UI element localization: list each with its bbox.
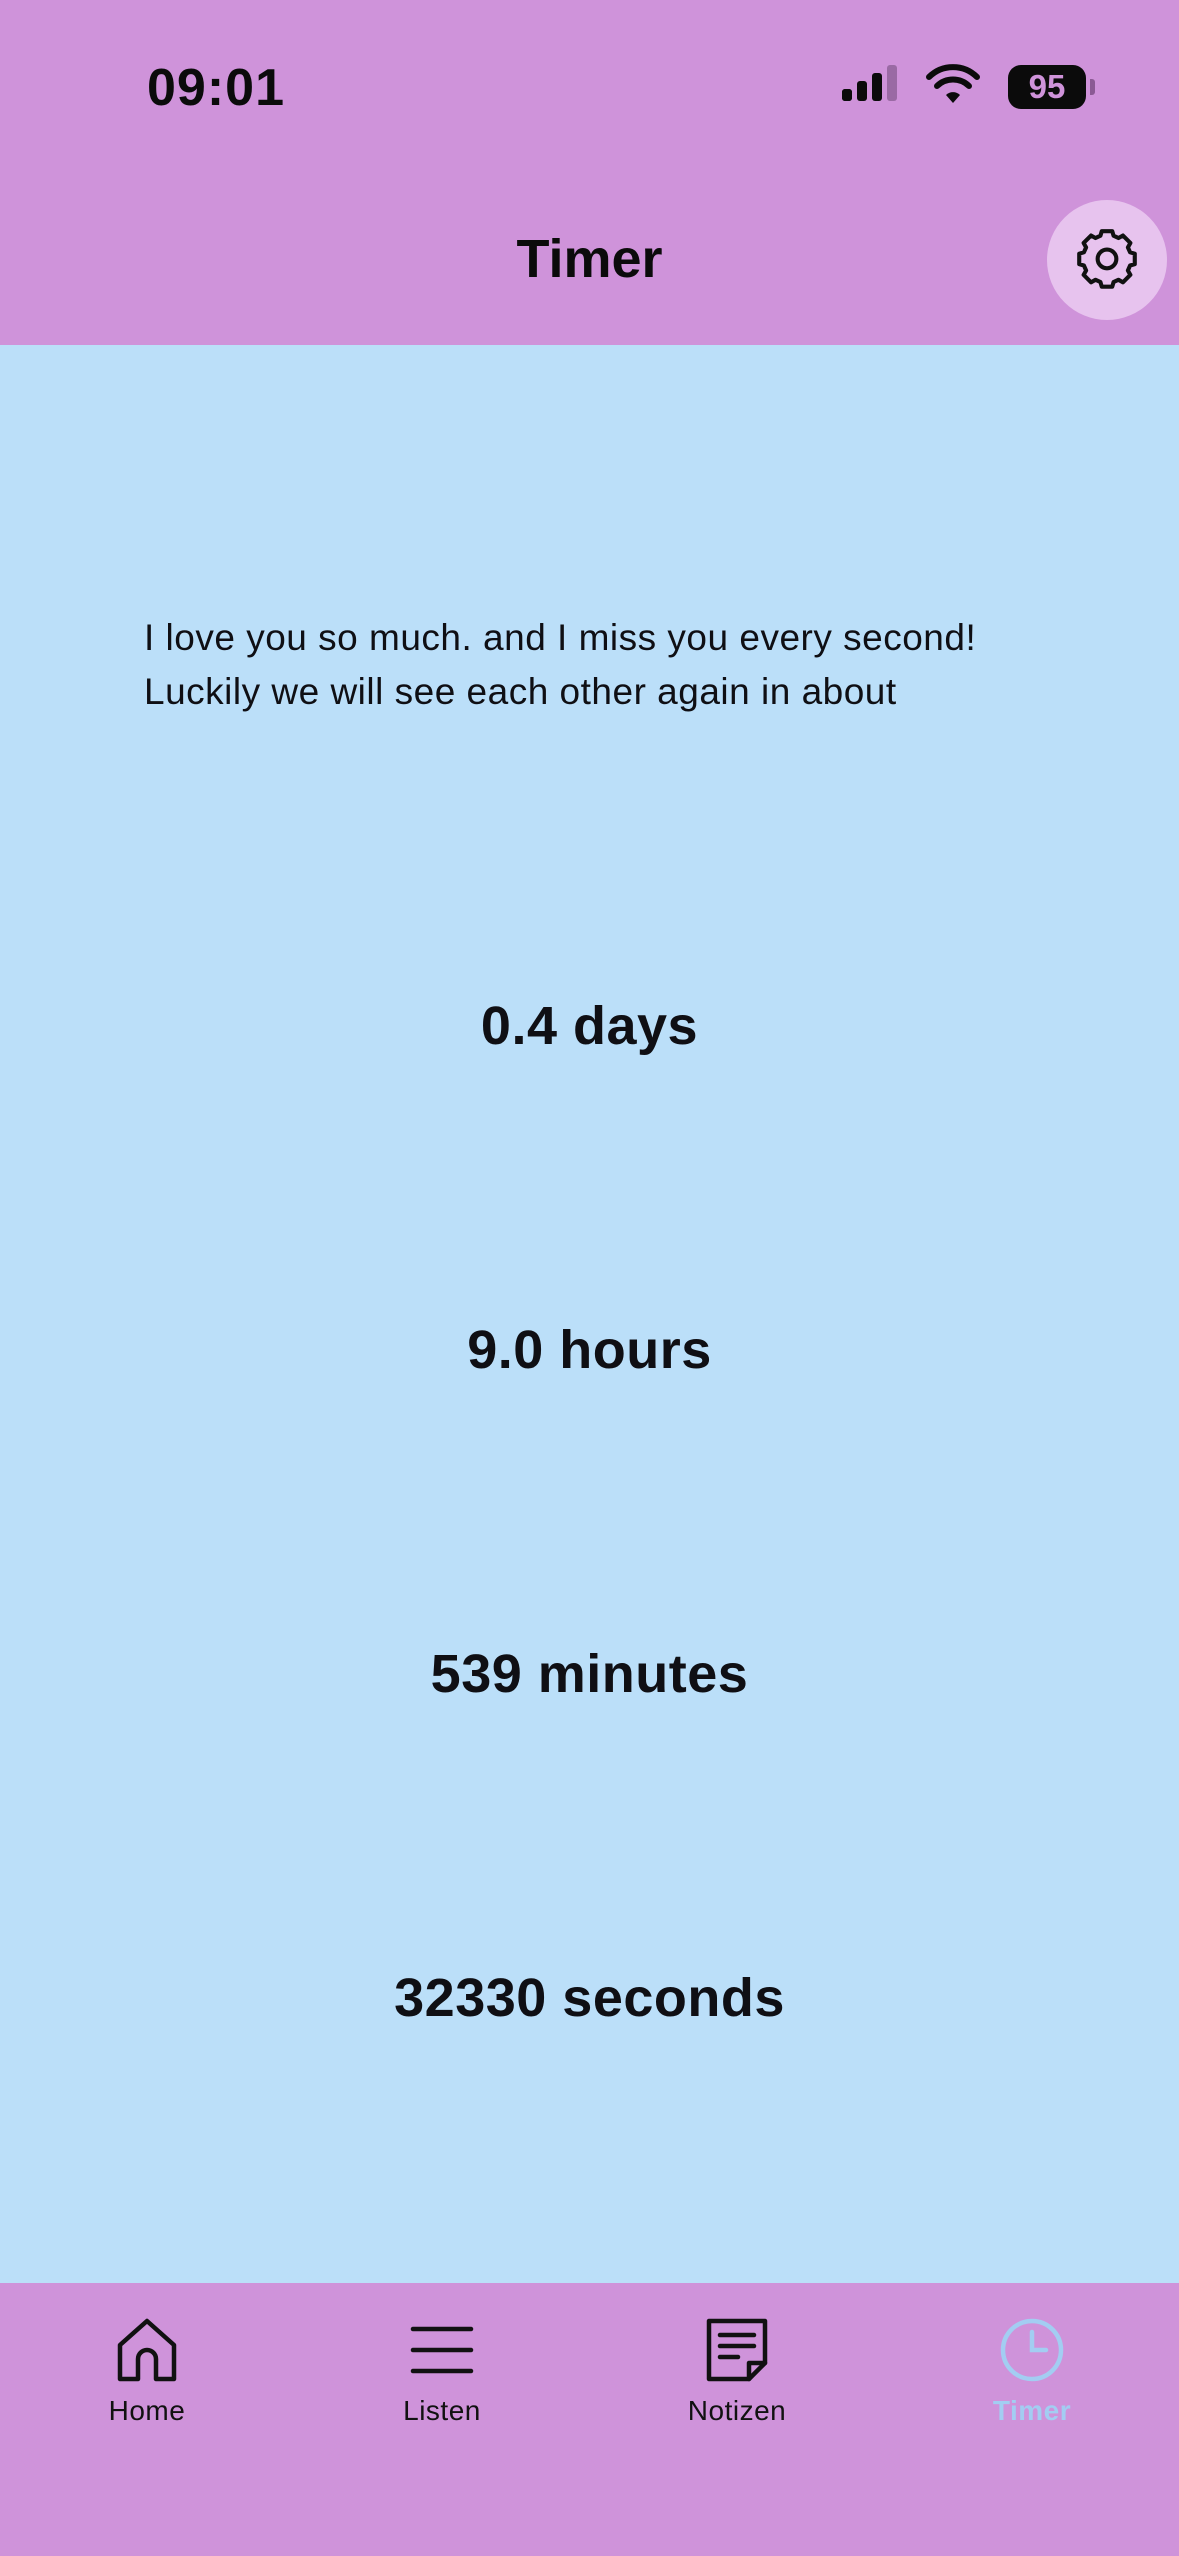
minutes-remaining: 539 minutes	[430, 1644, 749, 1704]
home-icon	[117, 2318, 177, 2382]
message-line-2: Luckily we will see each other again in …	[144, 671, 897, 712]
page-title: Timer	[516, 229, 663, 289]
days-remaining: 0.4 days	[480, 996, 699, 1056]
settings-button[interactable]	[1047, 200, 1167, 320]
hours-remaining: 9.0 hours	[467, 1320, 712, 1380]
nav-item-listen[interactable]: Listen	[295, 2315, 589, 2427]
battery-cap	[1090, 79, 1095, 95]
nav-label-home: Home	[108, 2395, 186, 2426]
nav-item-home[interactable]: Home	[0, 2315, 294, 2427]
nav-item-notizen[interactable]: Notizen	[590, 2315, 884, 2427]
love-message: I love you so much. and I miss you every…	[144, 611, 1064, 719]
nav-item-timer[interactable]: Timer	[885, 2315, 1179, 2427]
battery-level: 95	[1028, 68, 1066, 105]
gear-icon	[1077, 229, 1137, 289]
message-line-1: I love you so much. and I miss you every…	[144, 617, 977, 658]
signal-icon	[842, 65, 897, 101]
battery-icon: 95	[1008, 65, 1086, 109]
top-bar: 09:01 95 Timer	[0, 0, 1179, 345]
wifi-icon	[926, 64, 980, 103]
nav-label-notizen: Notizen	[687, 2395, 787, 2426]
clock-icon	[1000, 2318, 1064, 2382]
seconds-remaining: 32330 seconds	[394, 1968, 785, 2028]
nav-label-listen: Listen	[403, 2395, 481, 2426]
timer-content: I love you so much. and I miss you every…	[0, 345, 1179, 2283]
nav-label-timer: Timer	[992, 2395, 1072, 2426]
note-icon	[706, 2318, 768, 2382]
menu-icon	[410, 2326, 474, 2374]
bottom-navigation: Home Listen Notizen Timer	[0, 2283, 1179, 2556]
status-icons: 95	[842, 62, 1095, 112]
status-time: 09:01	[147, 59, 285, 117]
